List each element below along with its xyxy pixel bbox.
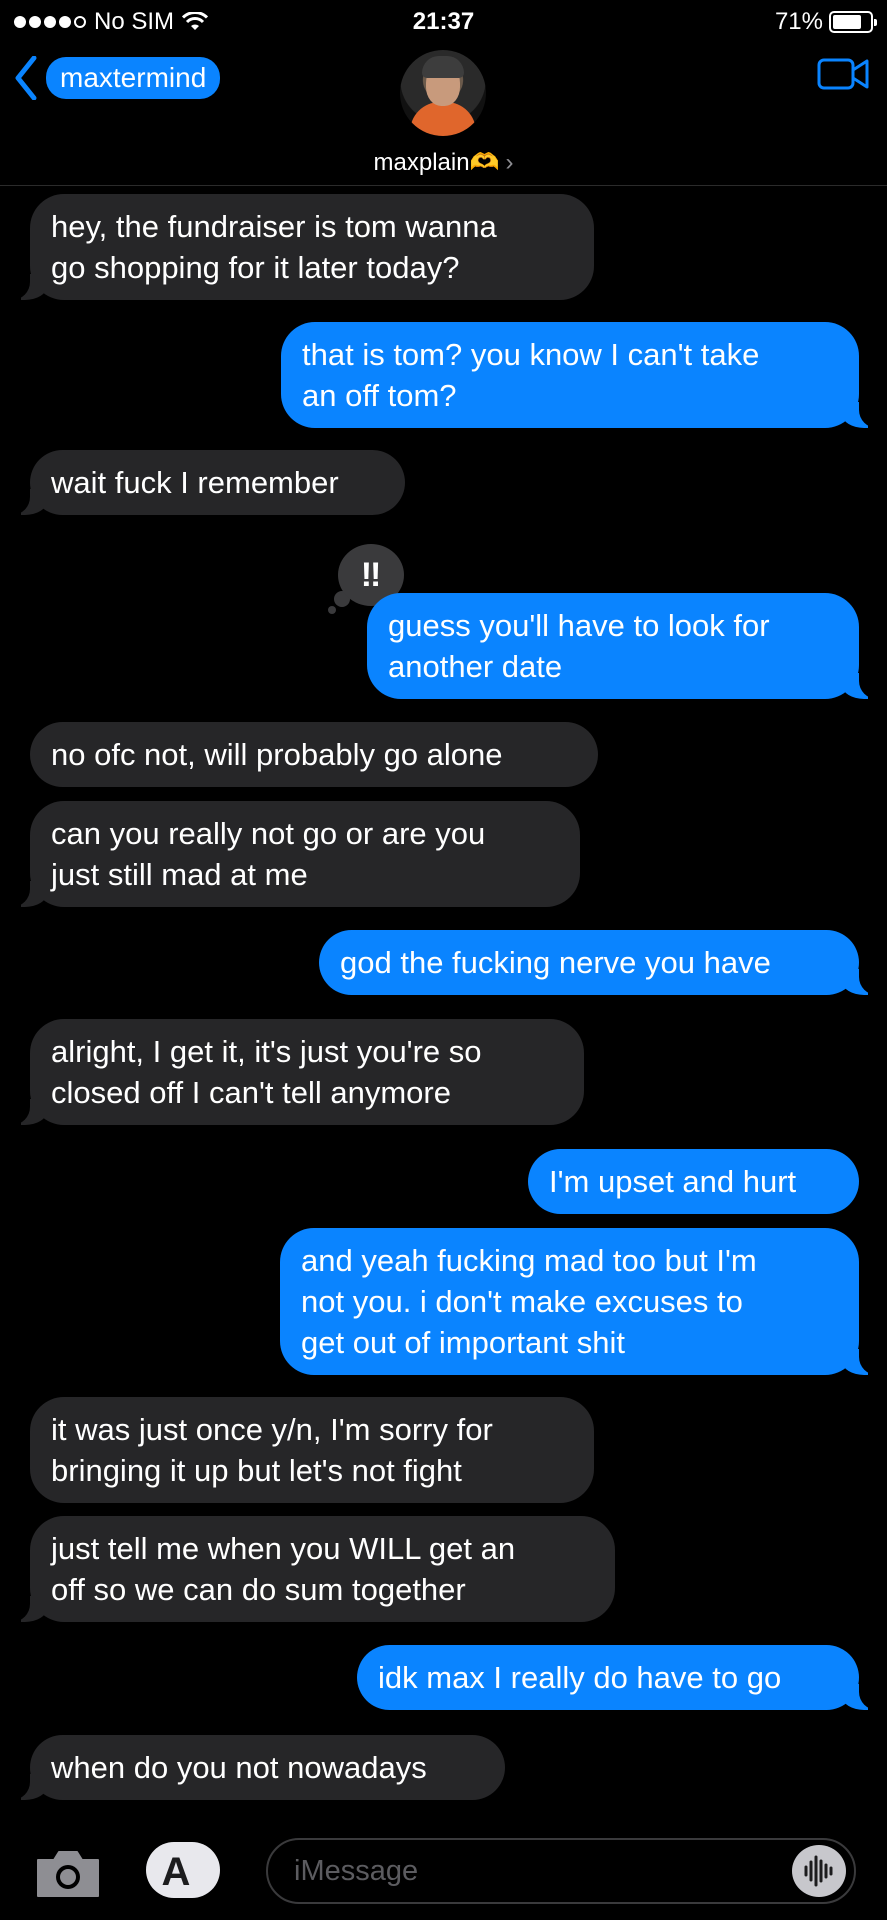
video-call-icon[interactable]: [817, 56, 869, 92]
clock: 21:37: [412, 8, 475, 35]
message-bubble-incoming[interactable]: just tell me when you WILL get an off so…: [2, 1516, 615, 1622]
battery-icon: [829, 11, 877, 33]
message-bubble-incoming[interactable]: hey, the fundraiser is tom wanna go shop…: [2, 194, 594, 300]
message-bubble-outgoing[interactable]: and yeah fucking mad too but I'm not you…: [280, 1228, 887, 1375]
message-bubble-outgoing[interactable]: god the fucking nerve you have: [319, 930, 887, 995]
message-input[interactable]: iMessage: [266, 1838, 856, 1904]
chevron-right-icon: ›: [505, 149, 514, 176]
message-bubble-outgoing[interactable]: that is tom? you know I can't take an of…: [281, 322, 887, 428]
message-bubble-incoming[interactable]: alright, I get it, it's just you're so c…: [2, 1019, 584, 1125]
status-right: 71%: [774, 8, 877, 36]
back-button[interactable]: maxtermind: [14, 56, 221, 100]
tapback-dot: [328, 606, 336, 614]
contact-name[interactable]: maxplain🫶 ›: [0, 148, 887, 177]
message-bubble-outgoing[interactable]: guess you'll have to look for another da…: [367, 593, 887, 699]
message-bubble-incoming[interactable]: wait fuck I remember: [2, 450, 405, 515]
back-chevron-icon: [15, 56, 37, 100]
message-bubble-incoming[interactable]: it was just once y/n, I'm sorry for brin…: [30, 1397, 594, 1503]
message-bubble-incoming[interactable]: when do you not nowadays: [2, 1735, 505, 1800]
app-store-icon[interactable]: A: [146, 1842, 220, 1898]
camera-icon[interactable]: [34, 1848, 102, 1900]
status-bar: No SIM 21:37 71%: [0, 0, 887, 44]
battery-percent: 71%: [774, 8, 823, 35]
message-bubble-incoming[interactable]: can you really not go or are you just st…: [2, 801, 580, 907]
message-bubble-outgoing[interactable]: I'm upset and hurt: [528, 1149, 859, 1214]
message-bubble-outgoing[interactable]: idk max I really do have to go: [357, 1645, 887, 1710]
message-input-placeholder: iMessage: [294, 1855, 419, 1887]
audio-waveform-icon[interactable]: [792, 1845, 846, 1897]
conversation-header: maxtermind maxplain🫶 ›: [0, 44, 887, 186]
avatar[interactable]: [400, 50, 486, 136]
contact-name-label: maxplain🫶: [373, 149, 500, 176]
message-bubble-incoming[interactable]: no ofc not, will probably go alone: [30, 722, 598, 787]
composer-bar: A iMessage: [0, 1822, 887, 1920]
back-label: maxtermind: [46, 57, 221, 99]
